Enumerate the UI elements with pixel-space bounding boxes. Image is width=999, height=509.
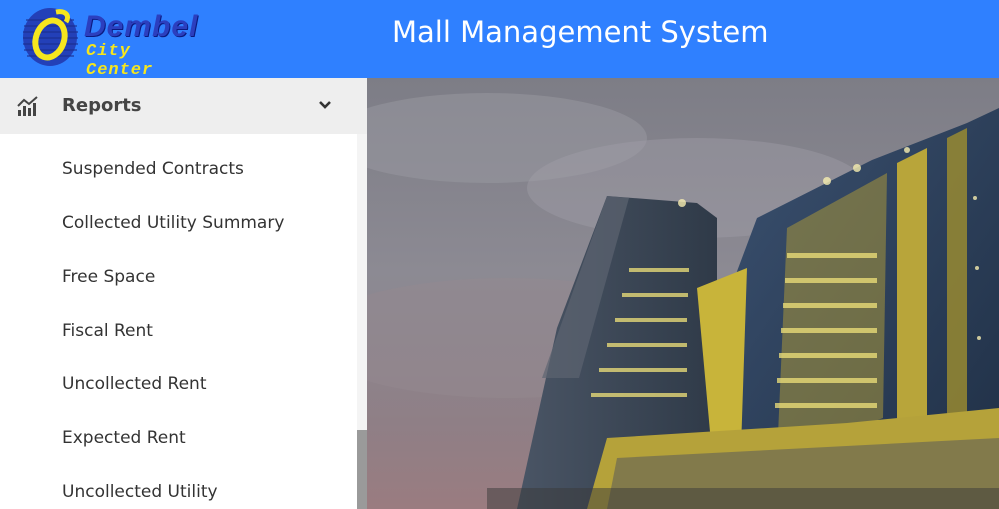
chart-line-icon: [17, 96, 38, 116]
sidebar-item-fiscal-rent[interactable]: Fiscal Rent: [62, 321, 153, 341]
sidebar-item-uncollected-utility[interactable]: Uncollected Utility: [62, 482, 218, 502]
building-photo: [367, 78, 999, 509]
sidebar-section-label: Reports: [62, 95, 142, 116]
logo-emblem-icon: [23, 8, 78, 66]
reports-menu: Suspended Contracts Collected Utility Su…: [0, 134, 357, 509]
sidebar-item-collected-utility-summary[interactable]: Collected Utility Summary: [62, 213, 284, 233]
logo[interactable]: Dembel City Center: [22, 6, 199, 80]
sidebar-item-free-space[interactable]: Free Space: [62, 267, 155, 287]
hero-image: [367, 78, 999, 509]
logo-title: Dembel: [84, 10, 199, 43]
logo-subtitle: City Center: [86, 42, 154, 80]
page-title: Mall Management System: [392, 15, 769, 49]
scrollbar-thumb[interactable]: [357, 430, 367, 509]
sidebar-section-reports[interactable]: Reports: [0, 78, 367, 134]
sidebar: Reports Suspended Contracts Collected Ut…: [0, 78, 367, 509]
sidebar-item-uncollected-rent[interactable]: Uncollected Rent: [62, 374, 206, 394]
chevron-down-icon[interactable]: [318, 100, 332, 110]
sidebar-scrollbar[interactable]: [357, 134, 367, 509]
app-header: Dembel City Center Mall Management Syste…: [0, 0, 999, 80]
sidebar-item-expected-rent[interactable]: Expected Rent: [62, 428, 186, 448]
sidebar-item-suspended-contracts[interactable]: Suspended Contracts: [62, 159, 244, 179]
